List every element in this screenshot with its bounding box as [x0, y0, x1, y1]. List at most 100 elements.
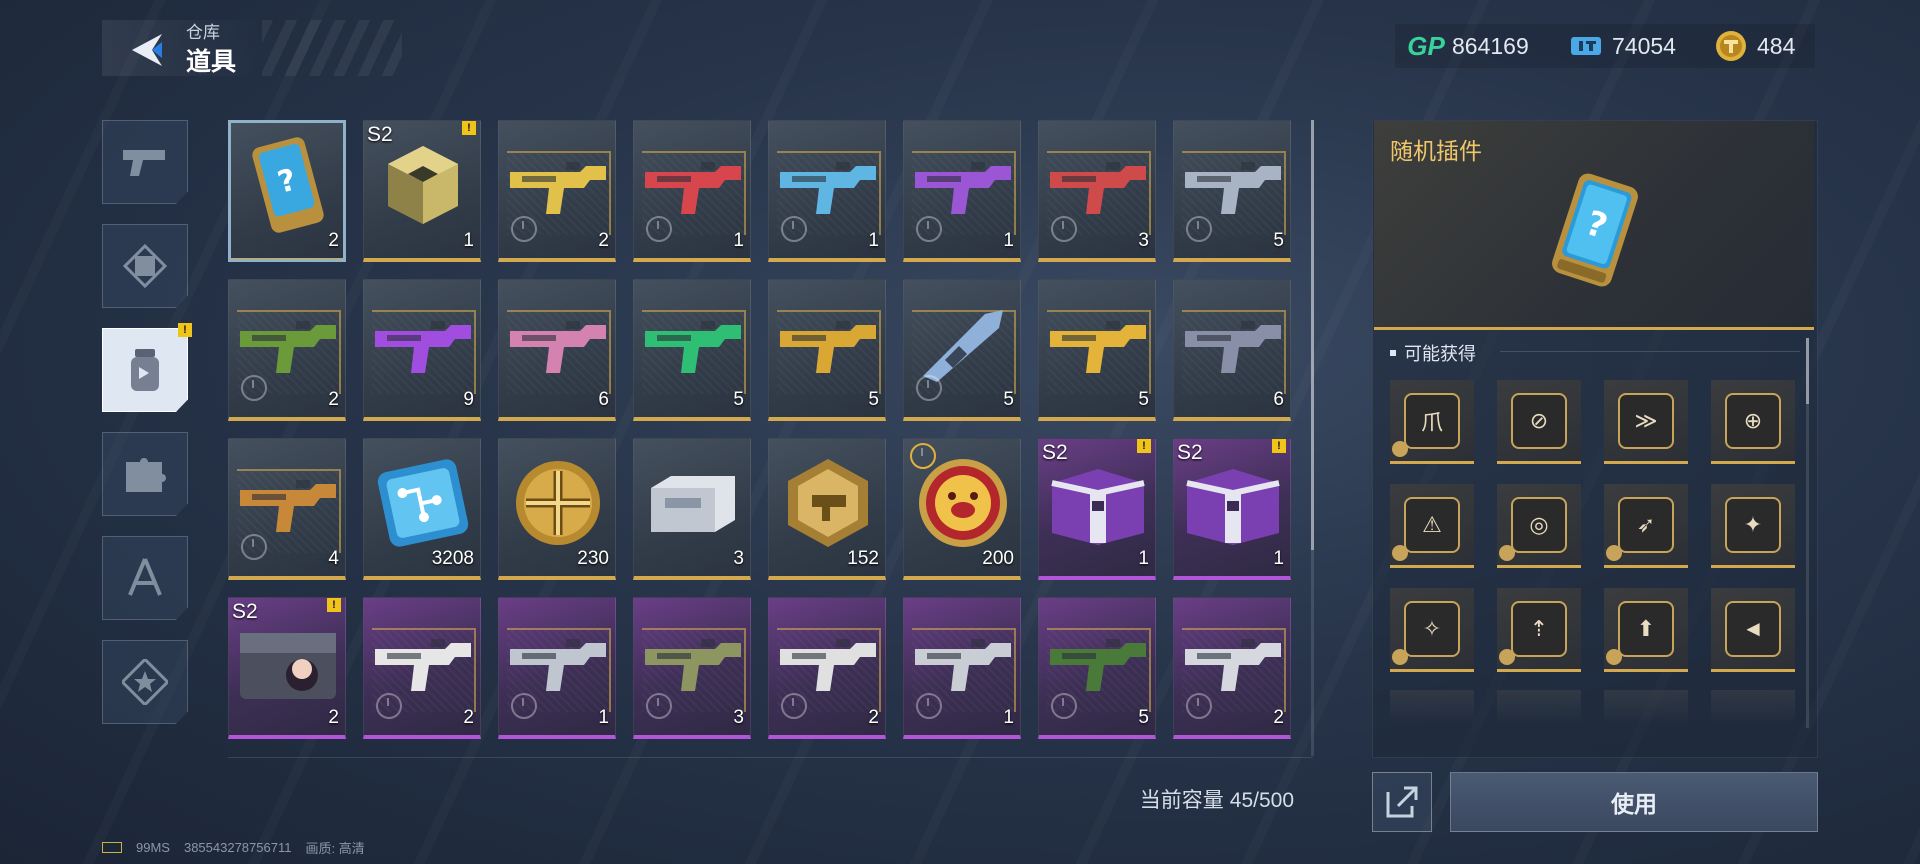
inventory-slot[interactable]: 2: [1173, 597, 1291, 739]
item-quantity: 5: [868, 389, 879, 410]
alert-icon: !: [327, 598, 341, 612]
rewards-overflow-row: [1390, 690, 1795, 724]
possible-reward-plugin[interactable]: ◄: [1711, 588, 1795, 672]
plugin-tag-icon: [1392, 441, 1408, 457]
inventory-slot[interactable]: 1: [903, 597, 1021, 739]
category-specials[interactable]: [102, 640, 188, 724]
inventory-slot[interactable]: 5: [1038, 279, 1156, 421]
category-items[interactable]: [102, 328, 188, 412]
currency-gp[interactable]: GP 864169: [1407, 26, 1529, 66]
plugin-icon: ⬆: [1618, 600, 1674, 657]
gp-icon: GP: [1407, 30, 1445, 61]
timer-icon: [916, 375, 942, 401]
possible-reward-plugin[interactable]: ➶: [1604, 484, 1688, 568]
share-button[interactable]: [1372, 772, 1432, 832]
season-label: S2: [232, 600, 258, 623]
item-quantity: 1: [598, 707, 609, 728]
inventory-slot[interactable]: 5: [633, 279, 751, 421]
item-quantity: 1: [1003, 707, 1014, 728]
back-arrow-icon: [132, 34, 162, 66]
item-chest-icon: [235, 612, 341, 712]
inventory-slot[interactable]: 3: [633, 438, 751, 580]
item-quantity: 4: [328, 548, 339, 569]
inventory-slot[interactable]: 5: [768, 279, 886, 421]
inventory-slot[interactable]: 1: [768, 120, 886, 262]
possible-reward-plugin[interactable]: ✦: [1711, 484, 1795, 568]
uid-text: 385543278756711: [183, 840, 292, 855]
possible-reward-plugin[interactable]: ◎: [1497, 484, 1581, 568]
item-quantity: 1: [1138, 548, 1149, 569]
inventory-slot[interactable]: 152: [768, 438, 886, 580]
inventory-slot[interactable]: S2! 2: [228, 597, 346, 739]
timer-icon: [646, 693, 672, 719]
bullet-icon: [1390, 350, 1396, 356]
frame-icon: [122, 243, 168, 289]
possible-reward-plugin[interactable]: ⬆: [1604, 588, 1688, 672]
currency-ticket-value: 74054: [1612, 32, 1676, 59]
possible-reward-plugin[interactable]: ✧: [1390, 588, 1474, 672]
quality-label: 画质:: [305, 841, 336, 856]
possible-reward-plugin[interactable]: ⚠: [1390, 484, 1474, 568]
inventory-slot[interactable]: 3: [1038, 120, 1156, 262]
inventory-slot[interactable]: 3208: [363, 438, 481, 580]
inventory-slot[interactable]: 1: [903, 120, 1021, 262]
item-gun-icon: [505, 294, 611, 394]
inventory-slot[interactable]: 4: [228, 438, 346, 580]
timer-icon: [1186, 693, 1212, 719]
inventory-slot[interactable]: 2: [768, 597, 886, 739]
possible-reward-plugin[interactable]: ⊕: [1711, 380, 1795, 464]
currency-tcoin[interactable]: 484: [1715, 26, 1795, 66]
item-quantity: 6: [598, 389, 609, 410]
inventory-slot[interactable]: S2! 1: [363, 120, 481, 262]
possible-reward-plugin[interactable]: 爪: [1390, 380, 1474, 464]
inventory-grid: ? 2 S2! 1 2 1 1 1 3 5 2 9 6 5 5 5 5 6 4 3208 230 3 152 200 S2! 1 S…: [228, 120, 1291, 739]
inventory-slot[interactable]: 5: [1038, 597, 1156, 739]
category-mods[interactable]: [102, 432, 188, 516]
inventory-slot[interactable]: S2! 1: [1173, 438, 1291, 580]
ping-text: 99MS: [136, 840, 170, 855]
inventory-slot[interactable]: 9: [363, 279, 481, 421]
plugin-icon: ✧: [1404, 600, 1460, 657]
inventory-slot[interactable]: 1: [498, 597, 616, 739]
bottle-icon: [131, 349, 159, 391]
inventory-slot[interactable]: 200: [903, 438, 1021, 580]
inventory-slot[interactable]: 230: [498, 438, 616, 580]
use-button[interactable]: 使用: [1450, 772, 1818, 832]
possible-reward-plugin[interactable]: ⊘: [1497, 380, 1581, 464]
item-quantity: 1: [463, 230, 474, 251]
category-blueprints[interactable]: [102, 536, 188, 620]
category-outfits[interactable]: [102, 224, 188, 308]
back-button[interactable]: [124, 28, 168, 72]
inventory-slot[interactable]: 1: [633, 120, 751, 262]
plugin-icon: ⚠: [1404, 496, 1460, 553]
item-box-icon: [640, 453, 746, 553]
inventory-slot[interactable]: ? 2: [228, 120, 346, 262]
inventory-slot[interactable]: 5: [903, 279, 1021, 421]
inventory-slot[interactable]: 3: [633, 597, 751, 739]
star-icon: [122, 659, 168, 705]
timer-icon: [781, 216, 807, 242]
category-weapons[interactable]: [102, 120, 188, 204]
item-quantity: 2: [328, 707, 339, 728]
plugin-icon: ◄: [1725, 600, 1781, 657]
inventory-slot[interactable]: S2! 1: [1038, 438, 1156, 580]
season-label: S2: [367, 123, 393, 146]
inventory-slot[interactable]: 5: [1173, 120, 1291, 262]
inventory-slot[interactable]: 2: [363, 597, 481, 739]
inventory-slot[interactable]: 6: [498, 279, 616, 421]
item-quantity: 2: [1273, 707, 1284, 728]
status-footer: 99MS 385543278756711 画质: 高清: [102, 838, 365, 857]
inventory-scroll-thumb[interactable]: [1311, 120, 1314, 550]
possible-reward-plugin[interactable]: ⇡: [1497, 588, 1581, 672]
inventory-slot[interactable]: 2: [498, 120, 616, 262]
season-label: S2: [1042, 441, 1068, 464]
plugin-icon: ⊘: [1511, 392, 1567, 449]
item-quantity: 5: [1138, 707, 1149, 728]
inventory-slot[interactable]: 6: [1173, 279, 1291, 421]
inventory-slot[interactable]: 2: [228, 279, 346, 421]
pistol-icon: [123, 150, 165, 176]
rewards-scroll-thumb[interactable]: [1806, 338, 1809, 404]
possible-reward-plugin[interactable]: ≫: [1604, 380, 1688, 464]
currency-ticket[interactable]: 74054: [1570, 26, 1676, 66]
item-gun-icon: [370, 294, 476, 394]
